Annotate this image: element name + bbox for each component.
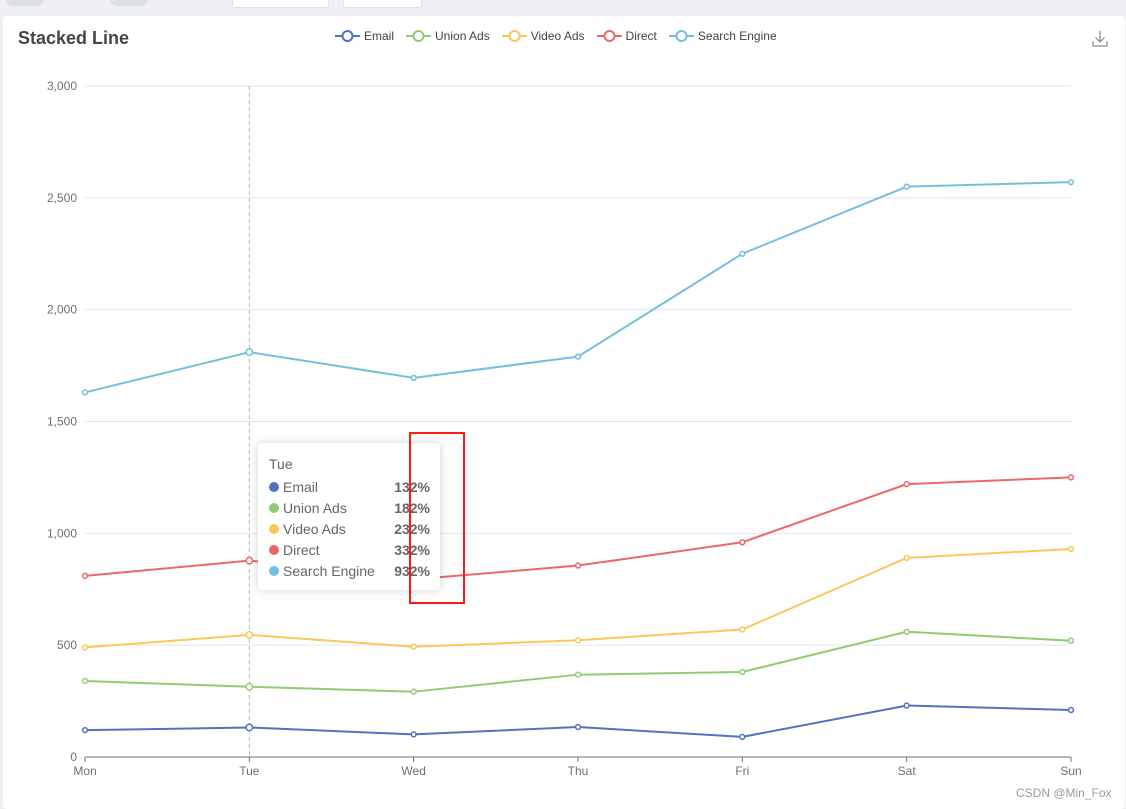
data-point[interactable] [81, 677, 89, 685]
data-point[interactable] [903, 702, 910, 709]
y-tick-label: 3,000 [47, 79, 77, 93]
tooltip-series-name: Union Ads [283, 499, 347, 516]
data-point[interactable] [739, 250, 746, 257]
x-tick-label: Sat [898, 764, 917, 778]
tooltip-row-union-ads: Union Ads 182% [269, 497, 430, 518]
data-point[interactable] [1067, 637, 1075, 644]
y-tick-label: 500 [57, 638, 77, 652]
data-point[interactable] [410, 643, 417, 650]
data-point[interactable] [574, 637, 582, 644]
annotation-highlight-box [409, 432, 465, 604]
y-tick-label: 1,000 [47, 526, 77, 540]
y-tick-label: 1,500 [47, 415, 77, 429]
tooltip-row-search-engine: Search Engine 932% [269, 560, 430, 581]
data-point[interactable] [903, 628, 910, 635]
x-tick-label: Mon [73, 764, 96, 778]
data-point[interactable] [1067, 179, 1075, 186]
data-point[interactable] [81, 389, 89, 396]
data-point[interactable] [1067, 706, 1075, 714]
tooltip-row-email: Email 132% [269, 476, 430, 497]
tooltip-series-name: Email [283, 478, 319, 495]
tooltip-series-name: Video Ads [283, 520, 346, 537]
data-point[interactable] [574, 723, 582, 731]
data-point[interactable] [739, 626, 746, 633]
data-point[interactable] [739, 668, 746, 676]
series-dot-icon [269, 502, 279, 513]
y-tick-label: 2,500 [47, 191, 77, 205]
series-line-email[interactable] [84, 704, 1072, 738]
data-point[interactable] [574, 671, 582, 678]
data-point[interactable] [739, 733, 746, 741]
tooltip-title: Tue [269, 456, 293, 472]
x-tick-label: Wed [401, 764, 425, 778]
data-point[interactable] [903, 183, 910, 190]
data-point[interactable] [1067, 474, 1075, 481]
data-point[interactable] [410, 374, 417, 382]
data-point[interactable] [81, 572, 89, 579]
data-point[interactable] [410, 688, 417, 695]
data-point[interactable] [81, 644, 89, 651]
x-tick-label: Fri [735, 764, 749, 778]
data-point[interactable] [739, 539, 746, 546]
data-point[interactable] [574, 562, 582, 569]
data-point[interactable] [245, 348, 254, 357]
data-point[interactable] [903, 554, 910, 562]
data-point[interactable] [1067, 545, 1075, 553]
y-tick-label: 2,000 [47, 303, 77, 317]
x-tick-label: Tue [239, 764, 260, 778]
data-point[interactable] [81, 727, 89, 734]
data-point[interactable] [574, 353, 582, 360]
data-point[interactable] [245, 556, 254, 565]
x-tick-label: Thu [568, 764, 589, 778]
series-dot-icon [269, 565, 279, 576]
series-dot-icon [269, 481, 279, 492]
tooltip-row-video-ads: Video Ads 232% [269, 518, 430, 539]
line-chart[interactable]: 0 500 1,000 1,500 2,000 2,500 3,000 Mon Tue Wed Th… [0, 0, 1126, 809]
tooltip-series-name: Direct [283, 541, 320, 558]
data-point[interactable] [410, 731, 417, 738]
data-point[interactable] [903, 480, 910, 488]
series-line-search-engine[interactable] [84, 181, 1072, 394]
tooltip-series-name: Search Engine [283, 562, 375, 579]
series-dot-icon [269, 544, 279, 555]
y-tick-label: 0 [70, 750, 77, 764]
data-point[interactable] [245, 723, 254, 732]
series-dot-icon [269, 523, 279, 534]
data-point[interactable] [245, 630, 254, 639]
data-point[interactable] [245, 682, 254, 691]
watermark: CSDN @Min_Fox [1016, 786, 1112, 800]
tooltip-row-direct: Direct 332% [269, 539, 430, 560]
x-tick-label: Sun [1060, 764, 1081, 778]
